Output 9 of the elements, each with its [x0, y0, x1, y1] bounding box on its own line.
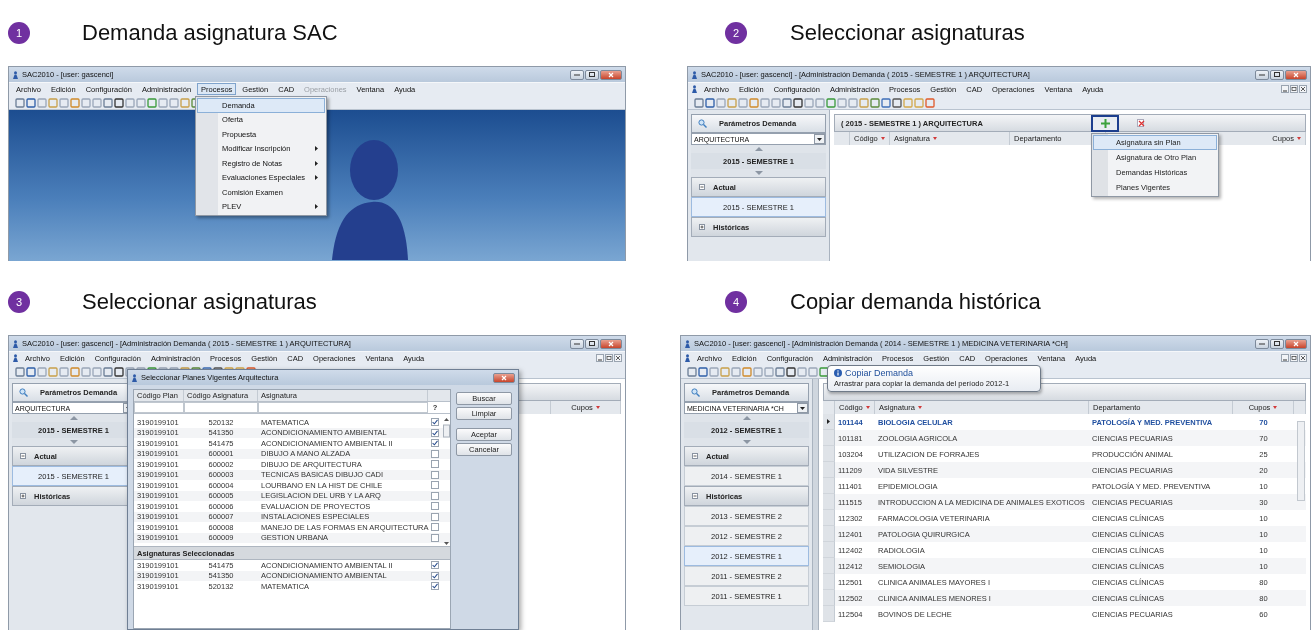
step-number: 2: [725, 22, 747, 44]
step-title: Copiar demanda histórica: [790, 289, 1041, 315]
step-number: 1: [8, 22, 30, 44]
step-number: 4: [725, 291, 747, 313]
tooltip-title: Copiar Demanda: [845, 368, 914, 378]
step-title: Demanda asignatura SAC: [82, 20, 338, 46]
step-number: 3: [8, 291, 30, 313]
step-title: Seleccionar asignaturas: [82, 289, 317, 315]
step-title: Seleccionar asignaturas: [790, 20, 1025, 46]
